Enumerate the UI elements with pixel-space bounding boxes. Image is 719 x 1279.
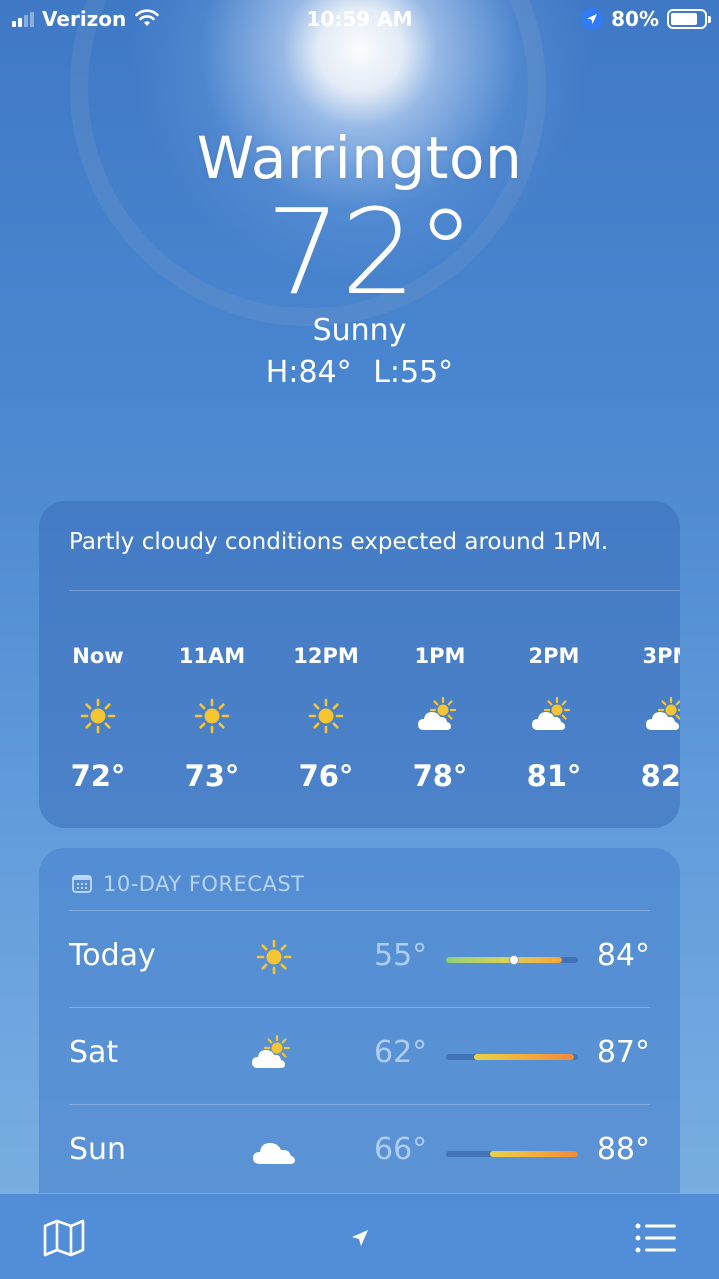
low-temp: L:55°	[373, 355, 454, 390]
hour-column: 3PM 82°	[623, 641, 680, 793]
forecast-day-row[interactable]: Today 55° 84°	[69, 910, 650, 1007]
hour-column: Now 72°	[53, 641, 143, 793]
day-low-temp: 55°	[374, 938, 428, 973]
hour-icon	[395, 685, 485, 747]
forecast-title: 10-DAY FORECAST	[103, 872, 305, 896]
hour-temp: 82°	[640, 759, 680, 793]
hour-column: 11AM 73°	[167, 641, 257, 793]
high-low: H:84° L:55°	[0, 350, 719, 396]
temperature-range-fill	[490, 1151, 578, 1157]
high-temp: H:84°	[265, 355, 352, 390]
location-arrow-icon	[581, 8, 604, 30]
forecast-summary: Partly cloudy conditions expected around…	[69, 529, 609, 555]
day-low-temp: 62°	[374, 1035, 428, 1070]
temperature-range-bar	[446, 1054, 578, 1060]
map-button[interactable]	[40, 1216, 88, 1260]
day-icon	[239, 1126, 309, 1176]
forecast-header: 10-DAY FORECAST	[71, 872, 305, 896]
battery-percent: 80%	[611, 7, 659, 31]
hour-column: 1PM 78°	[395, 641, 485, 793]
hour-label: 12PM	[293, 644, 359, 668]
status-right: 80%	[581, 7, 711, 31]
sun-icon	[78, 696, 118, 736]
current-condition: Sunny	[312, 313, 407, 348]
hour-label: Now	[72, 644, 124, 668]
day-high-temp: 84°	[596, 938, 650, 973]
sun-icon	[254, 937, 294, 977]
forecast-day-row[interactable]: Sat 62° 87°	[69, 1007, 650, 1104]
current-temp-dot	[509, 955, 519, 965]
sun-icon	[306, 696, 346, 736]
day-high-temp: 88°	[596, 1132, 650, 1167]
hour-temp: 81°	[526, 759, 582, 793]
hour-icon	[623, 685, 680, 747]
bottom-toolbar	[0, 1193, 719, 1279]
hour-label: 11AM	[178, 644, 246, 668]
current-temperature: 72°	[265, 183, 476, 321]
status-bar: Verizon 10:59 AM 80%	[0, 0, 719, 40]
hour-temp: 78°	[412, 759, 468, 793]
hour-icon	[167, 685, 257, 747]
day-name: Today	[69, 938, 156, 973]
battery-icon	[667, 9, 711, 29]
battery-level	[671, 13, 697, 25]
location-arrow-icon	[352, 1230, 368, 1246]
partly-cloudy-icon	[416, 696, 464, 736]
forecast-day-row[interactable]: Sun 66° 88°	[69, 1104, 650, 1201]
map-icon	[43, 1219, 85, 1257]
cloud-icon	[250, 1131, 298, 1171]
ten-day-forecast-card[interactable]: 10-DAY FORECAST Today 55° 84° Sat 62° 87…	[39, 848, 680, 1208]
hourly-forecast-card[interactable]: Partly cloudy conditions expected around…	[39, 501, 680, 828]
partly-cloudy-icon	[530, 696, 578, 736]
temperature-range-fill	[446, 957, 562, 963]
hour-column: 2PM 81°	[509, 641, 599, 793]
partly-cloudy-icon	[644, 696, 680, 736]
city-list-button[interactable]	[632, 1216, 680, 1260]
temperature-range-fill	[474, 1054, 574, 1060]
day-low-temp: 66°	[374, 1132, 428, 1167]
list-icon	[635, 1223, 676, 1253]
hour-label: 3PM	[642, 644, 680, 668]
temperature-range-bar	[446, 955, 578, 965]
current-weather-header: Warrington 72° Sunny H:84° L:55°	[0, 120, 719, 396]
partly-cloudy-icon	[250, 1034, 298, 1074]
temperature-range-bar	[446, 1151, 578, 1157]
day-icon	[239, 1029, 309, 1079]
hour-temp: 73°	[184, 759, 240, 793]
hour-icon	[509, 685, 599, 747]
divider	[69, 590, 680, 591]
day-icon	[239, 932, 309, 982]
hour-icon	[53, 685, 143, 747]
current-location-button[interactable]	[336, 1216, 384, 1260]
hour-temp: 76°	[298, 759, 354, 793]
sun-icon	[192, 696, 232, 736]
hour-label: 1PM	[414, 644, 466, 668]
hour-icon	[281, 685, 371, 747]
hour-temp: 72°	[70, 759, 126, 793]
hour-label: 2PM	[528, 644, 580, 668]
calendar-icon	[72, 875, 92, 893]
hour-column: 12PM 76°	[281, 641, 371, 793]
day-name: Sun	[69, 1132, 127, 1167]
day-name: Sat	[69, 1035, 119, 1070]
day-high-temp: 87°	[596, 1035, 650, 1070]
